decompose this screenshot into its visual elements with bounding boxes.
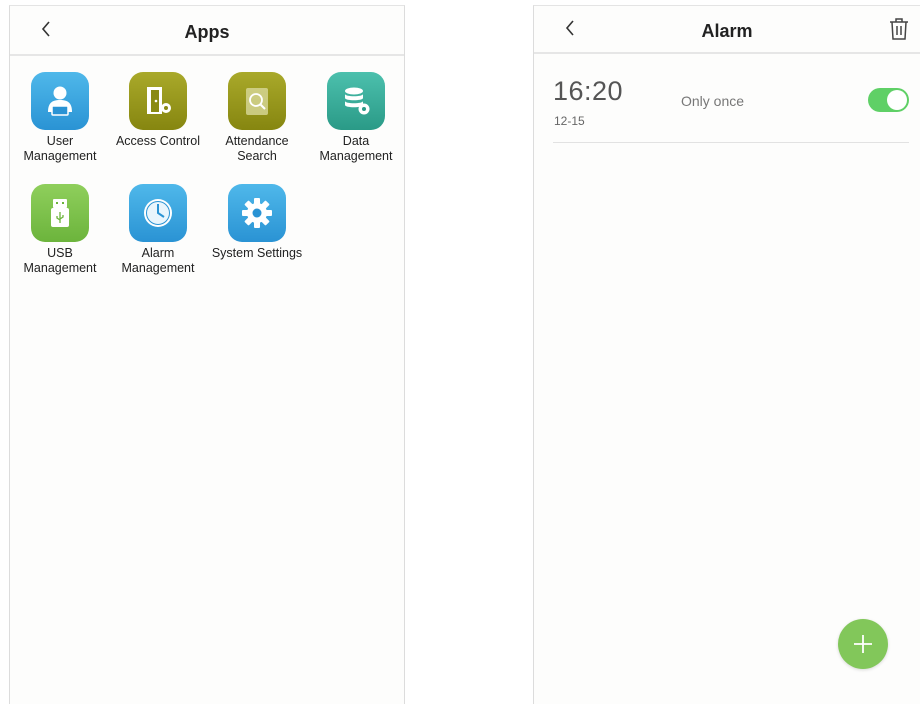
app-label: Access Control xyxy=(115,134,201,148)
delete-button[interactable] xyxy=(888,17,910,41)
app-label: USB xyxy=(47,246,73,260)
app-user-management[interactable]: User Management xyxy=(11,72,109,164)
app-access-control[interactable]: Access Control xyxy=(109,72,207,149)
alarm-header: Alarm xyxy=(534,6,920,54)
add-alarm-button[interactable] xyxy=(838,619,888,669)
plus-icon xyxy=(854,635,872,653)
app-label: Attendance xyxy=(225,134,289,148)
document-search-icon xyxy=(228,72,286,130)
app-label: Management xyxy=(319,149,393,163)
app-label: Management xyxy=(121,261,195,275)
app-label: Alarm xyxy=(141,246,175,260)
user-icon xyxy=(31,72,89,130)
app-data-management[interactable]: Data Management xyxy=(307,72,404,164)
door-gear-icon xyxy=(129,72,187,130)
gear-icon xyxy=(228,184,286,242)
app-label: Management xyxy=(23,149,97,163)
app-alarm-management[interactable]: Alarm Management xyxy=(109,184,207,276)
page-title: Alarm xyxy=(701,21,753,41)
app-attendance-search[interactable]: Attendance Search xyxy=(208,72,306,164)
toggle-knob xyxy=(887,90,907,110)
trash-icon xyxy=(890,18,908,40)
app-label: User xyxy=(46,134,74,148)
app-label: System Settings xyxy=(211,246,303,260)
database-gear-icon xyxy=(327,72,385,130)
alarm-time: 16:20 xyxy=(553,76,624,106)
usb-icon xyxy=(31,184,89,242)
page-title: Apps xyxy=(184,22,230,42)
app-label: Management xyxy=(23,261,97,275)
clock-icon xyxy=(129,184,187,242)
app-label: Search xyxy=(237,149,277,163)
apps-header: Apps xyxy=(10,6,404,56)
alarm-list-item[interactable]: 16:20 12-15 Only once xyxy=(553,56,909,143)
alarm-repeat: Only once xyxy=(681,93,745,109)
apps-screen: Apps User Management Access Control Atte… xyxy=(9,5,405,704)
alarm-screen: Alarm 16:20 12-15 Only once xyxy=(533,5,920,704)
alarm-date: 12-15 xyxy=(554,114,585,128)
app-system-settings[interactable]: System Settings xyxy=(208,184,306,261)
app-usb-management[interactable]: USB Management xyxy=(11,184,109,276)
alarm-toggle[interactable] xyxy=(868,88,909,112)
app-label: Data xyxy=(342,134,370,148)
